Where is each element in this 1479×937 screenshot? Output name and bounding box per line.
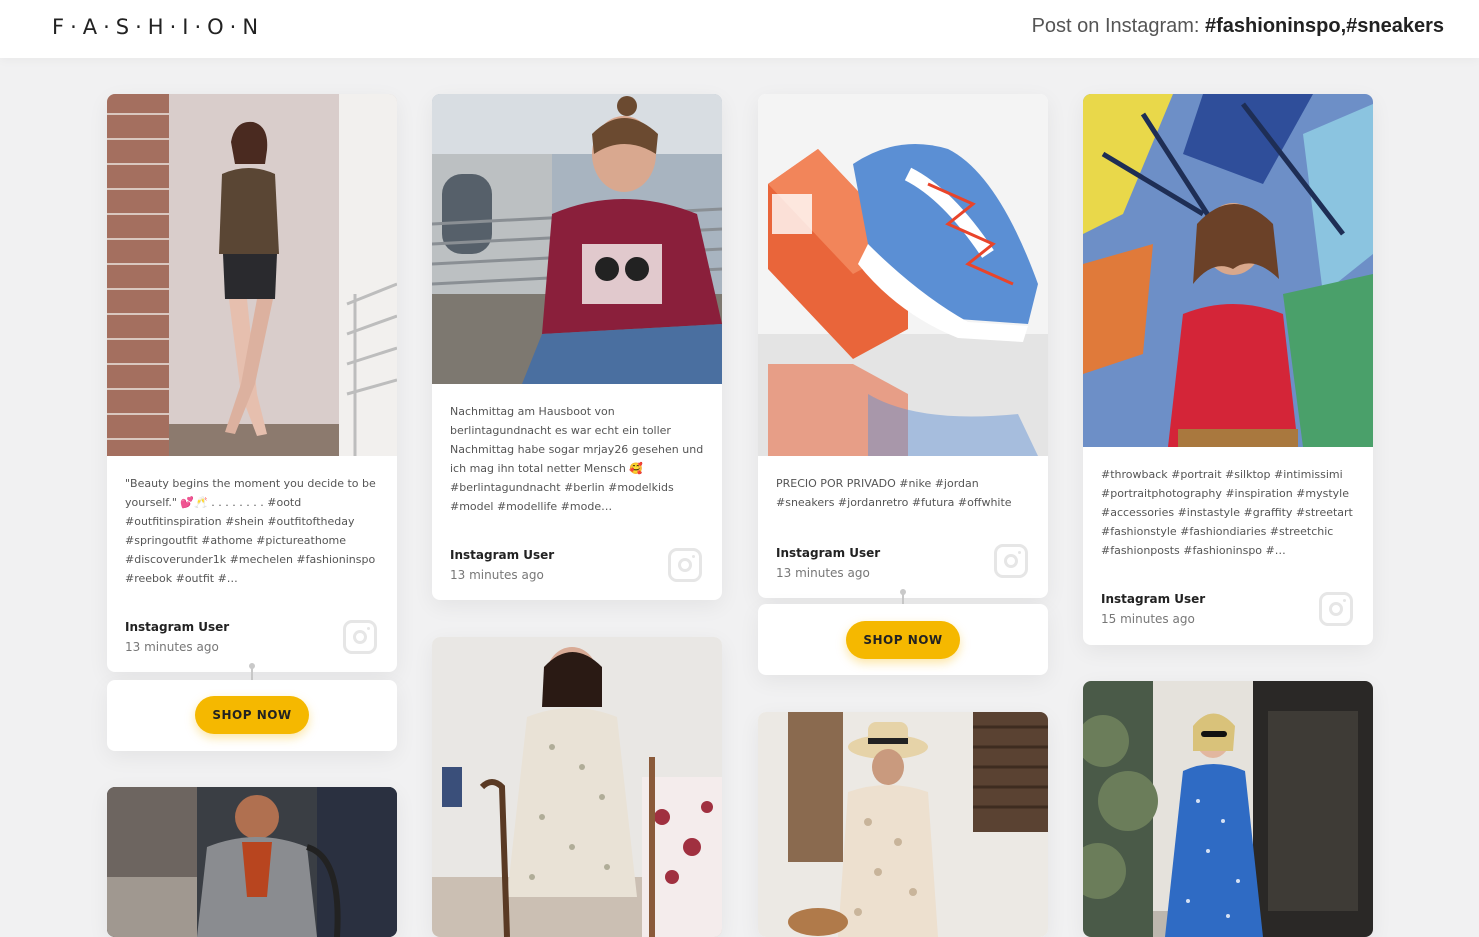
photo-sneakers	[758, 94, 1048, 456]
post-username[interactable]: Instagram User	[125, 620, 229, 634]
post-photo[interactable]	[107, 787, 397, 937]
post-username[interactable]: Instagram User	[450, 548, 554, 562]
post-timestamp: 13 minutes ago	[125, 640, 219, 654]
shop-card: SHOP NOW	[758, 604, 1048, 675]
fashion-logo[interactable]: F·A·S·H·I·O·N	[52, 15, 264, 39]
post-card[interactable]: #throwback #portrait #silktop #intimissi…	[1083, 94, 1373, 645]
post-timestamp: 15 minutes ago	[1101, 612, 1195, 626]
post-photo[interactable]	[758, 94, 1048, 456]
post-caption: PRECIO POR PRIVADO #nike #jordan #sneake…	[776, 477, 1012, 509]
headline-prefix: Post on Instagram:	[1031, 15, 1200, 37]
post-username[interactable]: Instagram User	[1101, 592, 1205, 606]
post-caption: Nachmittag am Hausboot von berlintagundn…	[450, 405, 704, 513]
post-card[interactable]	[758, 712, 1048, 937]
instagram-icon[interactable]	[994, 544, 1028, 578]
post-card[interactable]	[432, 637, 722, 937]
photo-woman-street	[107, 787, 397, 937]
instagram-icon[interactable]	[1319, 592, 1353, 626]
shop-now-button[interactable]: SHOP NOW	[846, 621, 960, 659]
post-timestamp: 13 minutes ago	[776, 566, 870, 580]
shop-now-button[interactable]: SHOP NOW	[195, 696, 309, 734]
post-photo[interactable]	[107, 94, 397, 456]
photo-woman-blue-dress	[1083, 681, 1373, 937]
photo-woman-dress	[432, 637, 722, 937]
post-card[interactable]: PRECIO POR PRIVADO #nike #jordan #sneake…	[758, 94, 1048, 598]
headline-tags[interactable]: #fashioninspo,#sneakers	[1205, 15, 1444, 37]
post-username[interactable]: Instagram User	[776, 546, 880, 560]
top-bar: F·A·S·H·I·O·N Post on Instagram: #fashio…	[0, 0, 1479, 58]
post-card[interactable]	[107, 787, 397, 937]
instagram-icon[interactable]	[343, 620, 377, 654]
post-card[interactable]: "Beauty begins the moment you decide to …	[107, 94, 397, 672]
post-photo[interactable]	[1083, 94, 1373, 447]
post-caption: "Beauty begins the moment you decide to …	[125, 477, 376, 585]
post-photo[interactable]	[1083, 681, 1373, 937]
post-card[interactable]: Nachmittag am Hausboot von berlintagundn…	[432, 94, 722, 600]
post-card[interactable]	[1083, 681, 1373, 937]
post-photo[interactable]	[758, 712, 1048, 937]
photo-woman-graffiti	[1083, 94, 1373, 447]
post-photo[interactable]	[432, 637, 722, 937]
photo-girl-hoodie	[432, 94, 722, 384]
shop-card: SHOP NOW	[107, 680, 397, 751]
photo-woman-hat	[758, 712, 1048, 937]
hashtag-headline: Post on Instagram: #fashioninspo,#sneake…	[1032, 15, 1444, 38]
instagram-icon[interactable]	[668, 548, 702, 582]
post-caption: #throwback #portrait #silktop #intimissi…	[1101, 468, 1353, 557]
post-photo[interactable]	[432, 94, 722, 384]
photo-woman-hallway	[107, 94, 397, 456]
post-timestamp: 13 minutes ago	[450, 568, 544, 582]
